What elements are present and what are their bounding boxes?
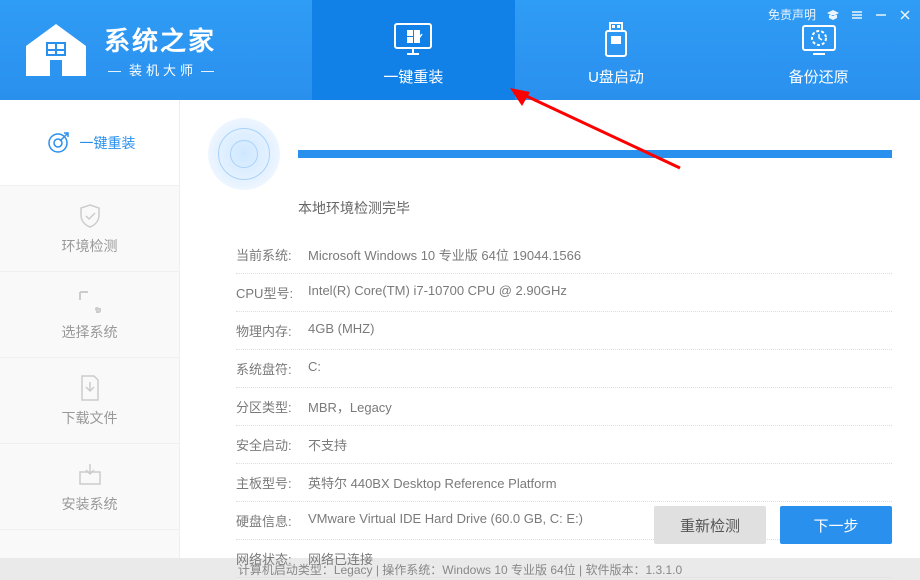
- app-subtitle: 装机大师: [104, 60, 222, 79]
- info-row: 分区类型:MBR，Legacy: [236, 388, 892, 426]
- info-row: 系统盘符:C:: [236, 350, 892, 388]
- info-row: 主板型号:英特尔 440BX Desktop Reference Platfor…: [236, 464, 892, 502]
- sidebar-item-install[interactable]: 安装系统: [0, 444, 179, 530]
- backup-icon: [799, 22, 839, 58]
- close-icon[interactable]: [898, 8, 912, 22]
- info-value: VMware Virtual IDE Hard Drive (60.0 GB, …: [308, 511, 583, 530]
- disclaimer-link[interactable]: 免责声明: [768, 6, 816, 23]
- target-icon: [44, 129, 72, 157]
- info-value: 网络已连接: [308, 549, 373, 568]
- sidebar-label: 环境检测: [62, 236, 118, 256]
- recheck-button[interactable]: 重新检测: [654, 506, 766, 544]
- app-header: 系统之家 装机大师 一键重装 U盘启动 备份还原 免责声明: [0, 0, 920, 100]
- corner-select-icon: [76, 288, 104, 316]
- sidebar-label: 选择系统: [62, 322, 118, 342]
- usb-icon: [596, 22, 636, 58]
- info-value: 4GB (MHZ): [308, 321, 374, 340]
- scan-status: 本地环境检测完毕: [298, 198, 892, 218]
- sidebar-label: 安装系统: [62, 494, 118, 514]
- info-label: 分区类型:: [236, 397, 308, 416]
- info-label: 系统盘符:: [236, 359, 308, 378]
- graduation-icon[interactable]: [826, 8, 840, 22]
- monitor-icon: [393, 22, 433, 58]
- info-value: Intel(R) Core(TM) i7-10700 CPU @ 2.90GHz: [308, 283, 567, 302]
- minimize-icon[interactable]: [874, 8, 888, 22]
- info-row: 当前系统:Microsoft Windows 10 专业版 64位 19044.…: [236, 236, 892, 274]
- radar-icon: [208, 118, 280, 190]
- sidebar-item-select-system[interactable]: 选择系统: [0, 272, 179, 358]
- sidebar-item-env-check[interactable]: 环境检测: [0, 186, 179, 272]
- progress-bar: [298, 150, 892, 158]
- menu-icon[interactable]: [850, 8, 864, 22]
- info-value: 不支持: [308, 435, 347, 454]
- main-content: 本地环境检测完毕 当前系统:Microsoft Windows 10 专业版 6…: [180, 100, 920, 558]
- sidebar-item-reinstall[interactable]: 一键重装: [0, 100, 179, 186]
- next-button[interactable]: 下一步: [780, 506, 892, 544]
- info-label: 当前系统:: [236, 245, 308, 264]
- shield-icon: [76, 202, 104, 230]
- info-value: C:: [308, 359, 321, 378]
- sidebar-label: 一键重装: [80, 133, 136, 153]
- install-box-icon: [76, 460, 104, 488]
- info-value: 英特尔 440BX Desktop Reference Platform: [308, 473, 557, 492]
- info-label: 物理内存:: [236, 321, 308, 340]
- info-label: 网络状态:: [236, 549, 308, 568]
- info-value: Microsoft Windows 10 专业版 64位 19044.1566: [308, 245, 581, 264]
- info-row: 网络状态:网络已连接: [236, 540, 892, 578]
- info-label: CPU型号:: [236, 283, 308, 302]
- tab-label: U盘启动: [588, 66, 644, 87]
- info-row: 物理内存:4GB (MHZ): [236, 312, 892, 350]
- sidebar: 一键重装 环境检测 选择系统 下载文件 安装系统: [0, 100, 180, 558]
- download-file-icon: [76, 374, 104, 402]
- progress-fill: [298, 150, 892, 158]
- tab-reinstall[interactable]: 一键重装: [312, 0, 515, 100]
- info-row: CPU型号:Intel(R) Core(TM) i7-10700 CPU @ 2…: [236, 274, 892, 312]
- window-controls: 免责声明: [768, 6, 912, 23]
- app-title: 系统之家: [104, 21, 222, 58]
- house-logo-icon: [20, 20, 92, 80]
- sidebar-item-download[interactable]: 下载文件: [0, 358, 179, 444]
- info-label: 硬盘信息:: [236, 511, 308, 530]
- info-label: 主板型号:: [236, 473, 308, 492]
- tab-usb-boot[interactable]: U盘启动: [515, 0, 718, 100]
- logo-area: 系统之家 装机大师: [0, 0, 312, 100]
- info-row: 安全启动:不支持: [236, 426, 892, 464]
- tab-label: 一键重装: [383, 66, 443, 87]
- tab-label: 备份还原: [789, 66, 849, 87]
- sidebar-label: 下载文件: [62, 408, 118, 428]
- info-label: 安全启动:: [236, 435, 308, 454]
- info-value: MBR，Legacy: [308, 397, 392, 416]
